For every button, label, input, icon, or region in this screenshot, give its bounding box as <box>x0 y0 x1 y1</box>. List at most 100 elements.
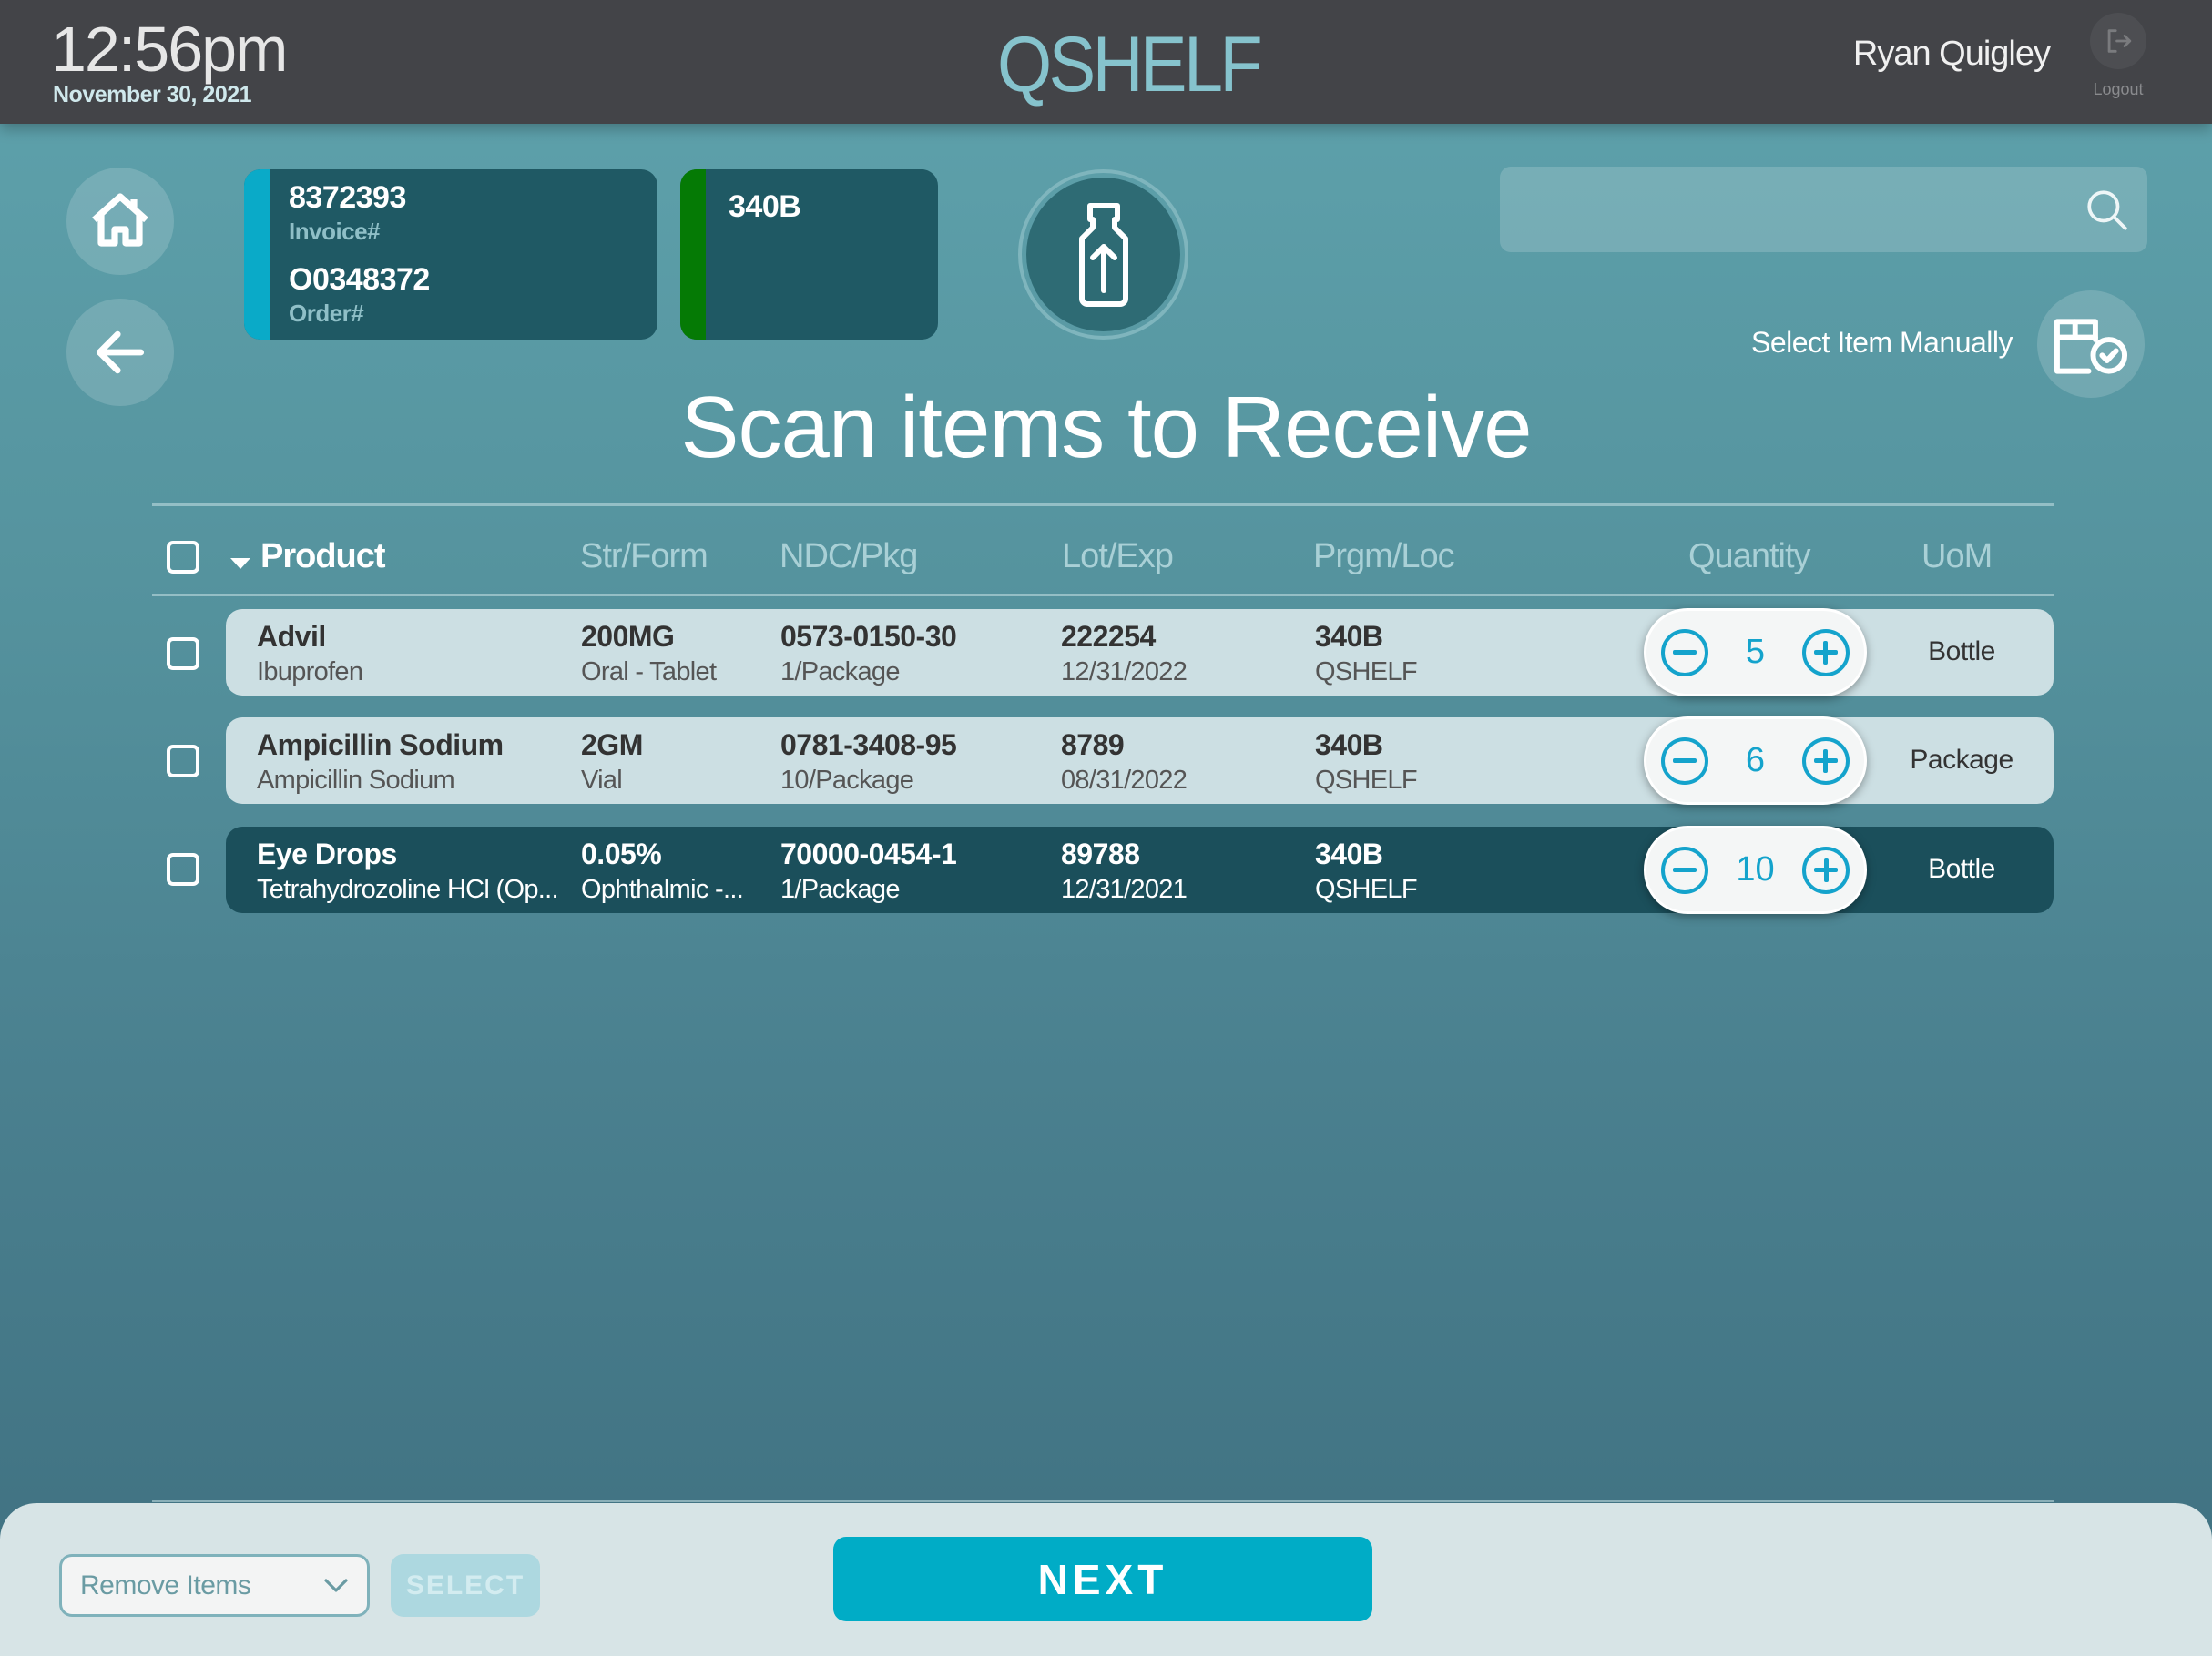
plus-icon-v <box>1823 858 1829 882</box>
location: QSHELF <box>1315 875 1418 904</box>
user-name: Ryan Quigley <box>1852 35 2051 73</box>
product-cell: Eye Drops Tetrahydrozoline HCl (Op... <box>257 838 559 905</box>
decrement-button[interactable] <box>1661 628 1708 676</box>
minus-icon <box>1673 868 1697 872</box>
select-all-checkbox[interactable] <box>167 541 199 574</box>
column-header-uom[interactable]: UoM <box>1921 537 1993 576</box>
ndc-pkg-cell: 0781-3408-95 10/Package <box>780 728 957 796</box>
program: 340B <box>1315 620 1383 653</box>
quantity-value: 5 <box>1745 633 1766 671</box>
minus-icon <box>1673 650 1697 655</box>
expiration: 12/31/2021 <box>1061 875 1188 904</box>
product-name: Eye Drops <box>257 838 397 870</box>
program: 340B <box>1315 838 1383 870</box>
quantity-value: 10 <box>1736 850 1775 889</box>
quantity-stepper: 10 <box>1644 826 1867 914</box>
lot-exp-cell: 89788 12/31/2021 <box>1061 838 1188 905</box>
home-button[interactable] <box>66 168 174 275</box>
search-input[interactable] <box>1500 167 2147 252</box>
ndc-pkg-cell: 0573-0150-30 1/Package <box>780 620 957 687</box>
table-row-highlighted[interactable]: Eye Drops Tetrahydrozoline HCl (Op... 0.… <box>226 826 2054 914</box>
prgm-loc-cell: 340B QSHELF <box>1315 728 1418 796</box>
package: 1/Package <box>780 875 900 904</box>
row-checkbox[interactable] <box>167 745 199 777</box>
bottle-upload-icon <box>1078 202 1128 307</box>
decrement-button[interactable] <box>1661 737 1708 785</box>
sort-desc-icon[interactable] <box>230 558 250 569</box>
select-item-manually-label[interactable]: Select Item Manually <box>1751 326 2013 360</box>
column-header-quantity[interactable]: Quantity <box>1688 537 1811 576</box>
uom-value: Package <box>1910 745 2013 775</box>
program: 340B <box>1315 728 1383 761</box>
page-title: Scan items to Receive <box>680 379 1532 476</box>
uom-value: Bottle <box>1928 854 1995 884</box>
next-button[interactable]: NEXT <box>833 1537 1372 1621</box>
current-date: November 30, 2021 <box>53 82 252 107</box>
select-button[interactable]: SELECT <box>391 1554 540 1617</box>
program-card: 340B <box>680 169 938 340</box>
ndc: 70000-0454-1 <box>780 838 957 870</box>
program-card-stripe <box>680 169 706 340</box>
search-box <box>1500 167 2147 252</box>
invoice-number: 8372393 <box>289 180 406 215</box>
brand-logo: QSHELF <box>997 21 1263 108</box>
logout-icon <box>2107 29 2132 53</box>
scan-upload-button[interactable] <box>1018 169 1188 340</box>
form: Oral - Tablet <box>581 657 717 686</box>
order-label: Order# <box>289 300 364 327</box>
increment-button[interactable] <box>1802 846 1850 894</box>
product-name: Ampicillin Sodium <box>257 728 504 761</box>
prgm-loc-cell: 340B QSHELF <box>1315 620 1418 687</box>
quantity-value: 6 <box>1745 741 1766 779</box>
row-checkbox[interactable] <box>167 853 199 886</box>
package: 10/Package <box>780 766 914 795</box>
table-row[interactable]: Ampicillin Sodium Ampicillin Sodium 2GM … <box>226 716 2054 805</box>
decrement-button[interactable] <box>1661 846 1708 894</box>
location: QSHELF <box>1315 766 1418 795</box>
clock-time: 12:56pm <box>51 14 288 85</box>
form: Ophthalmic -... <box>581 875 744 904</box>
minus-icon <box>1673 758 1697 763</box>
lot: 89788 <box>1061 838 1140 870</box>
invoice-label: Invoice# <box>289 218 381 245</box>
row-checkbox[interactable] <box>167 637 199 670</box>
product-generic: Ampicillin Sodium <box>257 766 455 795</box>
table-row[interactable]: Advil Ibuprofen 200MG Oral - Tablet 0573… <box>226 608 2054 696</box>
logout-button[interactable] <box>2090 13 2146 69</box>
box-check-icon <box>2054 319 2128 374</box>
bulk-action-select[interactable]: Remove Items <box>59 1554 370 1617</box>
product-cell: Advil Ibuprofen <box>257 620 363 687</box>
product-cell: Ampicillin Sodium Ampicillin Sodium <box>257 728 504 796</box>
column-header-str-form[interactable]: Str/Form <box>580 537 708 576</box>
logout-label: Logout <box>2093 80 2144 98</box>
plus-icon-v <box>1823 640 1829 665</box>
chevron-down-icon <box>324 1578 348 1592</box>
home-icon <box>92 193 148 247</box>
column-header-prgm-loc[interactable]: Prgm/Loc <box>1313 537 1455 576</box>
table-top-divider <box>152 503 2054 506</box>
strength: 2GM <box>581 728 643 761</box>
program-name: 340B <box>729 189 801 224</box>
order-number: O0348372 <box>289 262 430 297</box>
strength: 0.05% <box>581 838 662 870</box>
lot-exp-cell: 222254 12/31/2022 <box>1061 620 1188 687</box>
quantity-stepper: 5 <box>1644 608 1867 696</box>
scan-upload-inner <box>1026 178 1180 331</box>
lot: 222254 <box>1061 620 1156 653</box>
search-icon[interactable] <box>2084 187 2129 232</box>
ndc: 0781-3408-95 <box>780 728 957 761</box>
product-generic: Tetrahydrozoline HCl (Op... <box>257 875 559 904</box>
expiration: 08/31/2022 <box>1061 766 1188 795</box>
str-form-cell: 2GM Vial <box>581 728 643 796</box>
increment-button[interactable] <box>1801 737 1850 785</box>
form: Vial <box>581 766 623 795</box>
product-generic: Ibuprofen <box>257 657 363 686</box>
footer-divider <box>152 1500 2054 1502</box>
lot-exp-cell: 8789 08/31/2022 <box>1061 728 1188 796</box>
increment-button[interactable] <box>1801 628 1850 676</box>
ndc-pkg-cell: 70000-0454-1 1/Package <box>780 838 957 905</box>
column-header-product[interactable]: Product <box>260 537 386 576</box>
column-header-ndc-pkg[interactable]: NDC/Pkg <box>780 537 918 576</box>
plus-icon-v <box>1823 748 1829 773</box>
column-header-lot-exp[interactable]: Lot/Exp <box>1062 537 1174 576</box>
